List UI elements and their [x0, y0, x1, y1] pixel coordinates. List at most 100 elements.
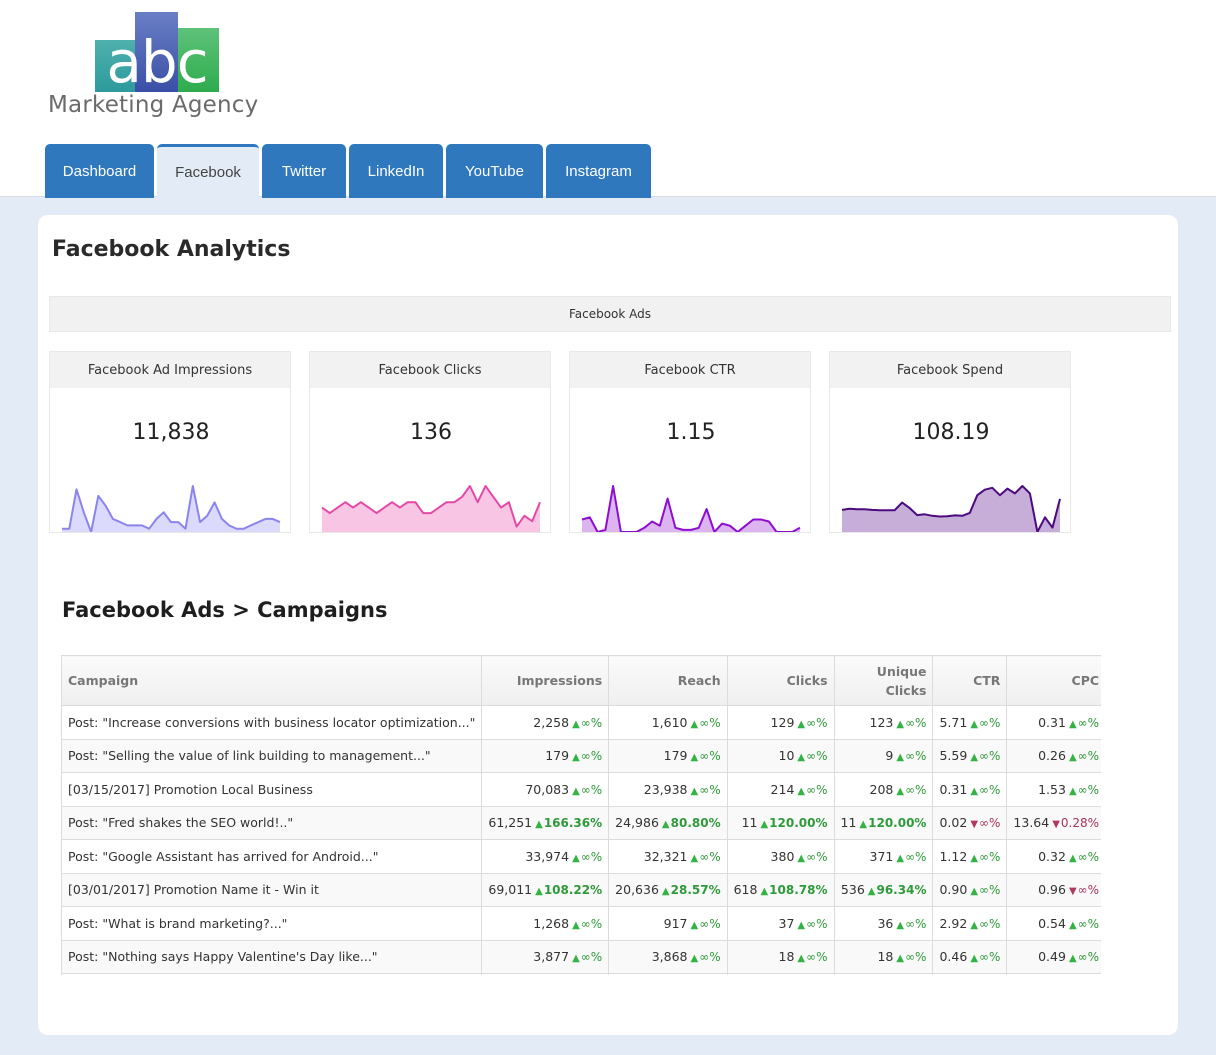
cell-metric: 69,011 ▲108.22%: [481, 872, 610, 907]
table-row[interactable]: Post: "Increase conversions with busines…: [61, 705, 1101, 740]
trend-up-icon: ▲: [797, 852, 806, 864]
brand-logo[interactable]: abc Marketing Agency: [48, 12, 268, 124]
tab-instagram[interactable]: Instagram: [546, 144, 651, 198]
delta-percent: 96.34%: [876, 883, 927, 898]
table-row[interactable]: [03/01/2017] Promotion Name it - Win it 6…: [61, 872, 1101, 907]
col-label: Unique Clicks: [876, 663, 927, 698]
cell-metric: 11 ▲120.00%: [726, 805, 835, 840]
trend-up-icon: ▲: [797, 785, 806, 797]
metric-value: 179: [545, 748, 570, 764]
cell-metric: 129 ▲∞%: [726, 705, 835, 740]
cell-metric: 917 ▲∞%: [608, 906, 728, 941]
metric-delta: ▲∞%: [896, 950, 926, 964]
col-cpc[interactable]: CPC: [1006, 655, 1101, 706]
table-header-row: Campaign Impressions Reach Clicks Unique…: [61, 655, 1101, 706]
nav-tabs: Dashboard Facebook Twitter LinkedIn YouT…: [45, 144, 651, 198]
delta-percent: 28.57%: [670, 883, 721, 898]
trend-up-icon: ▲: [970, 953, 979, 965]
cell-metric: 32,321 ▲∞%: [608, 839, 728, 874]
metric-delta: ▲∞%: [797, 783, 827, 797]
table-row[interactable]: Post: "Selling the value of link buildin…: [61, 738, 1101, 773]
metric-delta: ▲∞%: [691, 917, 721, 931]
col-impressions[interactable]: Impressions: [481, 655, 610, 706]
tab-label: Twitter: [281, 162, 327, 180]
tab-facebook[interactable]: Facebook: [157, 144, 259, 198]
metric-value: 0.46: [939, 949, 968, 965]
trend-up-icon: ▲: [859, 819, 868, 831]
metric-delta: ▲∞%: [1069, 716, 1099, 730]
table-row[interactable]: [61, 973, 1101, 975]
cell-campaign: Post: "Selling the value of link buildin…: [61, 738, 483, 773]
cell-metric: 0.96 ▼∞%: [1006, 872, 1101, 907]
tab-youtube[interactable]: YouTube: [446, 144, 543, 198]
metric-delta: ▲120.00%: [760, 816, 827, 830]
metric-delta: ▲∞%: [691, 749, 721, 763]
cell-metric: 5.59 ▲∞%: [932, 738, 1008, 773]
cell-metric: 20,636 ▲28.57%: [608, 872, 728, 907]
metric-delta: ▲120.00%: [859, 816, 926, 830]
widget-title: Facebook Clicks: [310, 352, 550, 388]
table-row[interactable]: [03/15/2017] Promotion Local Business 70,…: [61, 772, 1101, 807]
metric-delta: ▲∞%: [1069, 917, 1099, 931]
col-campaign[interactable]: Campaign: [61, 655, 483, 706]
widget-ctr: Facebook CTR 1.15: [569, 351, 811, 533]
col-unique-clicks[interactable]: Unique Clicks: [833, 655, 934, 706]
metric-value: 0.31: [939, 781, 968, 797]
ctr-sparkline: [581, 485, 801, 532]
col-reach[interactable]: Reach: [608, 655, 728, 706]
delta-percent: ∞%: [806, 782, 828, 797]
delta-percent: ∞%: [1077, 950, 1100, 965]
cell-metric: 24,986 ▲80.80%: [608, 805, 728, 840]
trend-up-icon: ▲: [970, 785, 979, 797]
delta-percent: ∞%: [905, 715, 927, 730]
metric-delta: ▲∞%: [896, 850, 926, 864]
metric-delta: ▲∞%: [797, 917, 827, 931]
cell-empty: [932, 973, 1008, 975]
delta-percent: ∞%: [699, 715, 721, 730]
cell-metric: 2.92 ▲∞%: [932, 906, 1008, 941]
cell-metric: 9 ▲∞%: [833, 738, 934, 773]
metric-value: 0.31: [1038, 714, 1066, 730]
metric-value: 123: [869, 714, 894, 730]
content-card: Facebook Analytics Facebook Ads Facebook…: [38, 215, 1178, 1035]
table-row[interactable]: Post: "Fred shakes the SEO world!.." 61,2…: [61, 805, 1101, 840]
tab-dashboard[interactable]: Dashboard: [45, 144, 154, 198]
widget-impressions: Facebook Ad Impressions 11,838: [49, 351, 291, 533]
tab-linkedin[interactable]: LinkedIn: [349, 144, 443, 198]
cell-metric: 0.32 ▲∞%: [1006, 839, 1101, 874]
metric-value: 37: [778, 915, 795, 931]
tab-twitter[interactable]: Twitter: [262, 144, 346, 198]
metric-delta: ▲∞%: [970, 716, 1000, 730]
delta-percent: ∞%: [806, 749, 828, 764]
metric-value: 23,938: [643, 781, 688, 797]
cell-metric: 380 ▲∞%: [726, 839, 835, 874]
cell-metric: 33,974 ▲∞%: [481, 839, 610, 874]
table-row[interactable]: Post: "What is brand marketing?..." 1,268…: [61, 906, 1101, 941]
metric-value: 618: [733, 882, 758, 898]
campaigns-table-scroll[interactable]: Campaign Impressions Reach Clicks Unique…: [61, 655, 1101, 975]
delta-percent: ∞%: [1077, 782, 1100, 797]
cell-campaign: Post: "Google Assistant has arrived for …: [61, 839, 483, 874]
metric-value: 1.12: [939, 848, 968, 864]
widget-title: Facebook Spend: [830, 352, 1070, 388]
delta-percent: ∞%: [580, 950, 603, 965]
metric-value: 69,011: [488, 882, 533, 898]
col-clicks[interactable]: Clicks: [726, 655, 835, 706]
cell-empty: [481, 973, 610, 975]
delta-percent: ∞%: [699, 950, 721, 965]
metric-value: 24,986: [615, 815, 659, 831]
tab-label: Facebook: [175, 164, 241, 181]
cell-metric: 5.71 ▲∞%: [932, 705, 1008, 740]
delta-percent: 0.28%: [1060, 816, 1100, 831]
metric-value: 371: [869, 848, 894, 864]
table-row[interactable]: Post: "Nothing says Happy Valentine's Da…: [61, 939, 1101, 974]
delta-percent: 166.36%: [543, 816, 603, 831]
metric-value: 3,868: [651, 949, 688, 965]
delta-percent: 80.80%: [670, 816, 721, 831]
metric-delta: ▲80.80%: [662, 816, 721, 830]
cell-metric: 123 ▲∞%: [833, 705, 934, 740]
metric-value: 5.59: [939, 748, 968, 764]
col-ctr[interactable]: CTR: [932, 655, 1008, 706]
table-row[interactable]: Post: "Google Assistant has arrived for …: [61, 839, 1101, 874]
metric-delta: ▲∞%: [572, 749, 602, 763]
